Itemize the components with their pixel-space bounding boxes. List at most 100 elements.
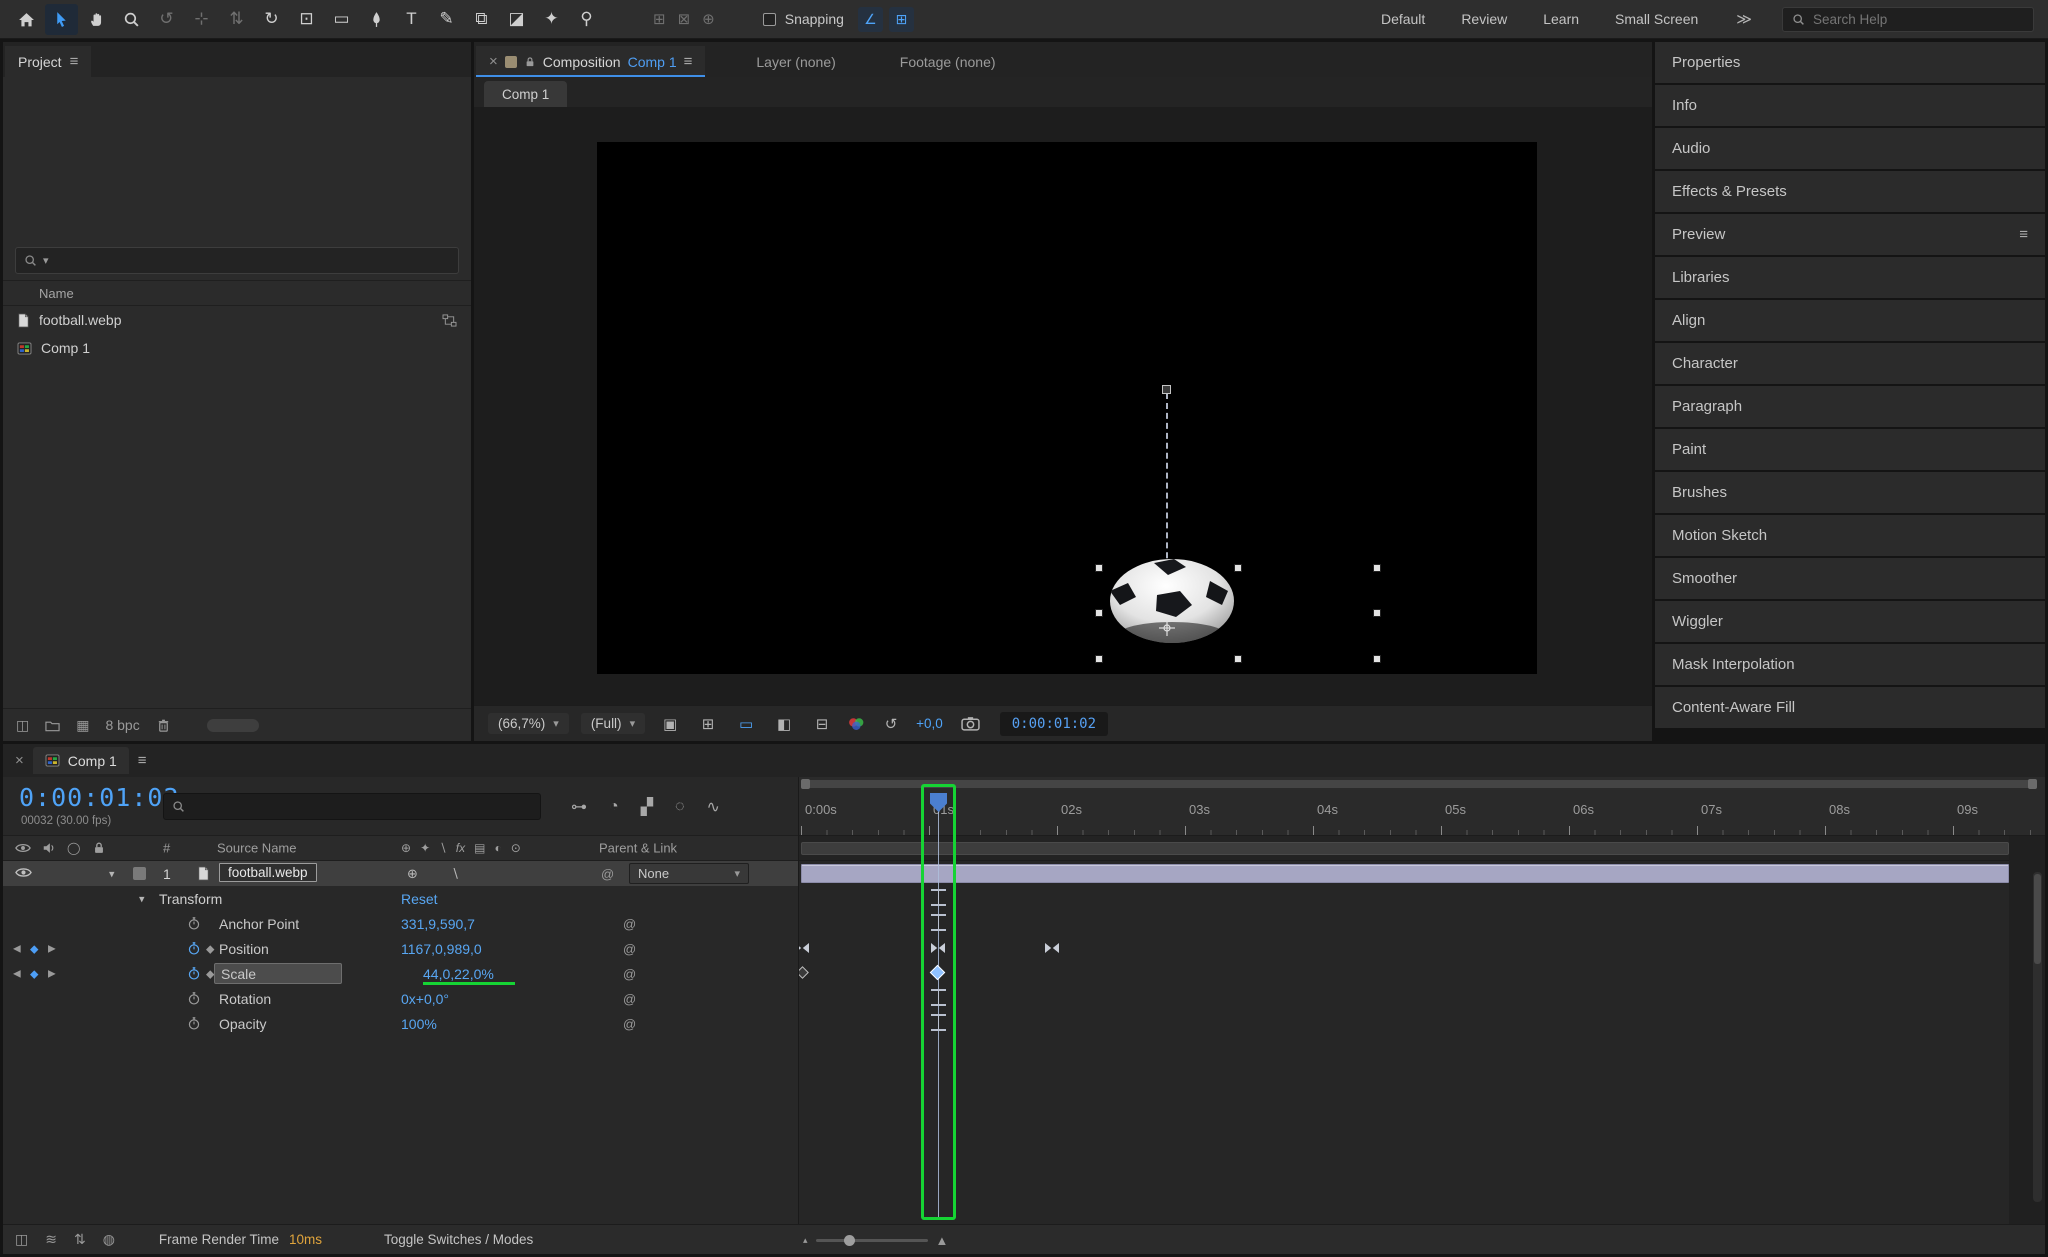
project-item-comp1[interactable]: Comp 1 [3,334,471,362]
panel-list-item[interactable]: Preview ≡ [1655,214,2045,255]
panel-menu-icon[interactable]: ≡ [70,53,79,70]
panel-list-item[interactable]: Brushes ≡ [1655,472,2045,513]
pan-camera-tool[interactable]: ⊹ [185,4,218,35]
work-area-row[interactable] [799,836,2045,861]
panel-menu-icon[interactable]: ≡ [138,752,147,769]
keyframe-prev-icon[interactable]: ◀ [13,968,21,979]
puppet-pin-tool[interactable]: ⚲ [570,4,603,35]
workspace-overflow-icon[interactable]: ≫ [1736,10,1752,28]
mask-visibility-icon[interactable]: ▭ [733,715,759,733]
timeline-tab-comp1[interactable]: Comp 1 [33,747,129,774]
workspace-learn[interactable]: Learn [1543,11,1579,27]
roto-brush-tool[interactable]: ✦ [535,4,568,35]
color-settings-icon[interactable]: ▦ [76,717,89,734]
tab-project[interactable]: Project ≡ [5,46,91,77]
frame-blending-icon[interactable]: ▞ [641,797,653,817]
magnification-dropdown[interactable]: (66,7%) ▾ [488,713,569,734]
workspace-small-screen[interactable]: Small Screen [1615,11,1698,27]
tab-footage[interactable]: Footage (none) [887,46,1009,77]
scale-value[interactable]: 44,0,22,0% [423,966,494,982]
opacity-value[interactable]: 100% [401,1016,437,1032]
selection-handle[interactable] [1095,609,1103,617]
selection-handle[interactable] [1095,564,1103,572]
channel-rgb-icon[interactable] [847,716,866,731]
composition-viewer[interactable] [474,107,1652,705]
home-tool[interactable] [10,4,43,35]
transparency-grid-icon[interactable]: ⊟ [809,715,835,733]
time-navigator-bar[interactable] [801,780,2037,788]
keyframe-next-icon[interactable]: ▶ [48,968,56,979]
new-folder-icon[interactable] [45,718,60,733]
help-search-input[interactable] [1813,12,2024,27]
project-columns-header[interactable]: Name [3,280,471,306]
close-icon[interactable]: × [489,53,498,70]
scrollbar-thumb[interactable] [2034,874,2041,964]
navigator-handle-left[interactable] [801,779,810,789]
pickwhip-icon[interactable]: @ [623,941,636,956]
panel-list-item[interactable]: Content-Aware Fill ≡ [1655,687,2045,728]
motion-blur-icon[interactable]: ◌ [675,798,685,816]
layer-switch-icon[interactable]: ∖ [451,866,459,882]
expand-in-out-icon[interactable]: ⇅ [74,1231,86,1248]
lock-icon[interactable] [524,56,536,68]
panel-list-item[interactable]: Motion Sketch ≡ [1655,515,2045,556]
property-row-scale[interactable]: ◀ ◆ ▶ ◆ Scale 44,0,22,0% @ [3,961,798,986]
layer-twirl-icon[interactable]: ▾ [109,867,115,880]
panel-list-item[interactable]: Audio ≡ [1655,128,2045,169]
help-search-box[interactable] [1782,7,2034,32]
selection-tool[interactable] [45,4,78,35]
anchor-point-value[interactable]: 331,9,590,7 [401,916,475,932]
layer-switch-icon[interactable]: ⊕ [407,866,418,882]
time-navigator[interactable] [799,777,2045,790]
property-row-anchor-point[interactable]: Anchor Point 331,9,590,7 @ [3,911,798,936]
panel-menu-icon[interactable]: ≡ [2019,226,2028,243]
position-value[interactable]: 1167,0,989,0 [401,941,482,957]
pen-tool[interactable] [360,4,393,35]
bit-depth-label[interactable]: 8 bpc [105,717,139,733]
exposure-value[interactable]: +0,0 [916,716,943,731]
keyframe-diamond-icon[interactable]: ◆ [30,942,38,955]
tab-layer[interactable]: Layer (none) [743,46,848,77]
hand-tool[interactable] [80,4,113,35]
pickwhip-icon[interactable]: @ [623,1016,636,1031]
comp-flowchart-icon[interactable]: ⊶ [571,797,587,817]
graph-editor-icon[interactable]: ∿ [707,797,720,817]
position-keyframe[interactable] [1045,943,1059,953]
panel-menu-icon[interactable]: ≡ [684,53,693,70]
zoom-slider-knob[interactable] [844,1235,855,1246]
transform-group-row[interactable]: ▾ Transform Reset [3,886,798,911]
parent-link-dropdown[interactable]: None ▾ [629,863,749,884]
selection-handle[interactable] [1234,564,1242,572]
pickwhip-icon[interactable]: @ [623,966,636,981]
world-axis-icon[interactable]: ⊠ [678,10,691,28]
expand-transfer-controls-icon[interactable]: ≋ [45,1231,57,1248]
panel-list-item[interactable]: Wiggler ≡ [1655,601,2045,642]
property-row-opacity[interactable]: Opacity 100% @ [3,1011,798,1036]
interpret-footage-icon[interactable]: ◫ [16,717,29,734]
parent-pickwhip-icon[interactable]: @ [601,866,614,881]
project-item-football[interactable]: football.webp [3,306,471,334]
project-search-box[interactable]: ▾ [15,247,459,274]
timeline-vertical-scrollbar[interactable] [2033,872,2042,1202]
close-icon[interactable]: × [15,752,24,769]
pickwhip-icon[interactable]: @ [623,916,636,931]
workspace-review[interactable]: Review [1461,11,1507,27]
panel-list-item[interactable]: Info ≡ [1655,85,2045,126]
anchor-point-marker[interactable] [1159,620,1175,636]
local-axis-icon[interactable]: ⊞ [653,10,666,28]
zoom-in-mountain-icon[interactable]: ▲ [936,1233,949,1248]
timeline-zoom-control[interactable]: ▴ ▲ [803,1225,948,1254]
rotation-tool[interactable]: ↻ [255,4,288,35]
layer-label-color-chip[interactable] [133,867,146,880]
transform-group-label[interactable]: Transform [159,891,222,907]
selection-handle[interactable] [1095,655,1103,663]
stopwatch-icon-active[interactable] [187,941,201,956]
source-name-column-label[interactable]: Source Name [217,841,296,856]
composition-frame[interactable] [597,142,1537,674]
zoom-tool[interactable] [115,4,148,35]
dolly-camera-tool[interactable]: ⇅ [220,4,253,35]
tab-composition[interactable]: × Composition Comp 1 ≡ [476,46,705,77]
selection-handle[interactable] [1373,655,1381,663]
reset-exposure-icon[interactable]: ↺ [878,715,904,733]
panel-list-item[interactable]: Mask Interpolation ≡ [1655,644,2045,685]
